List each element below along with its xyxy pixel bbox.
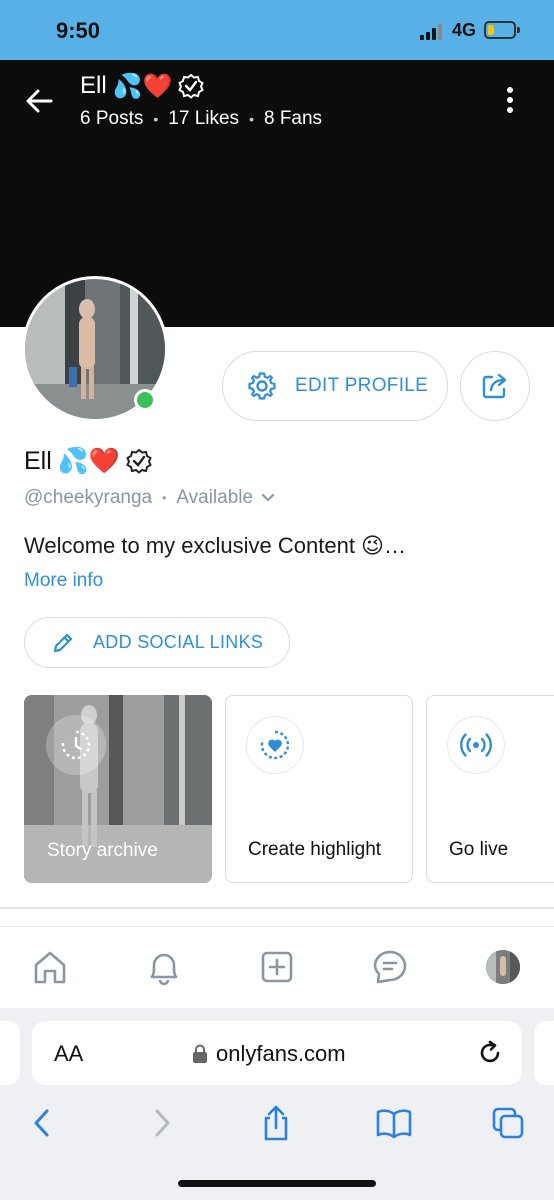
nav-profile-avatar[interactable] [486, 950, 520, 984]
chevron-right-icon [155, 1109, 170, 1137]
signal-icon [420, 24, 446, 40]
profile-thumbnail [486, 950, 520, 984]
profile-bio: Welcome to my exclusive Content 😉… [24, 533, 406, 558]
create-highlight-label: Create highlight [248, 835, 398, 864]
profile-handle-row: @cheekyranga • Available [24, 487, 275, 509]
status-bar: 9:50 4G [0, 0, 554, 60]
header-name-emoji: 💦❤️ [112, 72, 173, 100]
profile-name-text: Ell [24, 446, 52, 475]
tabs-button[interactable] [490, 1105, 526, 1141]
tabs-icon [492, 1107, 524, 1139]
book-icon [376, 1109, 412, 1139]
add-social-links-button[interactable]: ADD SOCIAL LINKS [24, 617, 290, 668]
go-live-label: Go live [449, 839, 509, 860]
header-name-text: Ell [80, 72, 107, 99]
reload-button[interactable] [476, 1039, 504, 1067]
lock-icon [193, 1044, 207, 1063]
edit-profile-label: EDIT PROFILE [295, 375, 429, 396]
profile-handle: @cheekyranga [24, 487, 153, 508]
home-indicator [178, 1180, 376, 1187]
more-info-link[interactable]: More info [24, 570, 103, 592]
nav-new-post[interactable] [255, 945, 299, 989]
availability-label: Available [176, 487, 254, 508]
chat-icon [373, 950, 407, 984]
network-type: 4G [452, 20, 477, 40]
create-highlight-card[interactable]: Create highlight [225, 695, 413, 883]
bookmarks-button[interactable] [374, 1105, 414, 1141]
pencil-icon [53, 633, 73, 652]
status-time: 9:50 [56, 18, 101, 43]
previous-tab-peek[interactable] [0, 1021, 20, 1085]
chevron-down-icon [262, 494, 275, 502]
url-text: onlyfans.com [216, 1041, 346, 1066]
availability-dropdown[interactable]: Available [176, 487, 275, 509]
app-bottom-nav [0, 926, 554, 1008]
share-up-icon [264, 1105, 288, 1141]
fans-count: 8 Fans [263, 108, 323, 129]
verified-icon [126, 448, 152, 474]
profile-name-emoji: 💦❤️ [57, 446, 121, 475]
back-button[interactable] [24, 86, 54, 116]
story-archive-card[interactable]: Story archive [24, 695, 212, 883]
url-display[interactable]: onlyfans.com [192, 1041, 346, 1067]
online-status-dot [134, 389, 156, 411]
plus-square-icon [261, 951, 293, 983]
browser-share-button[interactable] [258, 1105, 294, 1141]
clock-history-icon [46, 715, 106, 775]
profile-name: Ell 💦❤️ [24, 446, 152, 476]
header-stats: 6 Posts • 17 Likes • 8 Fans [80, 108, 323, 129]
header-name: Ell 💦❤️ [80, 72, 205, 100]
battery-icon [484, 21, 520, 39]
section-divider [0, 907, 554, 909]
browser-back-button[interactable] [24, 1105, 60, 1141]
share-profile-button[interactable] [460, 351, 530, 421]
nav-home[interactable] [28, 945, 72, 989]
likes-count: 17 Likes [168, 108, 240, 129]
gear-icon [248, 372, 276, 400]
address-bar[interactable]: AA onlyfans.com [32, 1021, 522, 1085]
chevron-left-icon [34, 1109, 49, 1137]
text-size-label: AA [54, 1041, 84, 1066]
home-icon [34, 951, 66, 984]
text-size-button[interactable]: AA [54, 1041, 83, 1067]
arrow-left-icon [26, 89, 53, 113]
nav-messages[interactable] [368, 945, 412, 989]
nav-notifications[interactable] [142, 945, 186, 989]
more-options-button[interactable] [500, 86, 520, 114]
next-tab-peek[interactable] [534, 1021, 554, 1085]
browser-forward-button[interactable] [144, 1105, 180, 1141]
heart-circle-icon [246, 716, 304, 774]
edit-profile-button[interactable]: EDIT PROFILE [222, 351, 448, 421]
add-social-links-label: ADD SOCIAL LINKS [93, 632, 264, 652]
live-broadcast-icon [447, 716, 505, 774]
story-archive-label: Story archive [47, 840, 158, 861]
create-highlight-text: Create highlight [248, 839, 382, 860]
posts-count: 6 Posts [80, 108, 144, 129]
kebab-menu-icon [507, 87, 513, 113]
browser-toolbar: AA onlyfans.com [0, 1008, 554, 1200]
go-live-card[interactable]: Go live [426, 695, 554, 883]
bell-icon [150, 953, 178, 986]
share-icon [482, 373, 507, 399]
reload-icon [480, 1040, 500, 1063]
verified-icon [178, 73, 205, 99]
